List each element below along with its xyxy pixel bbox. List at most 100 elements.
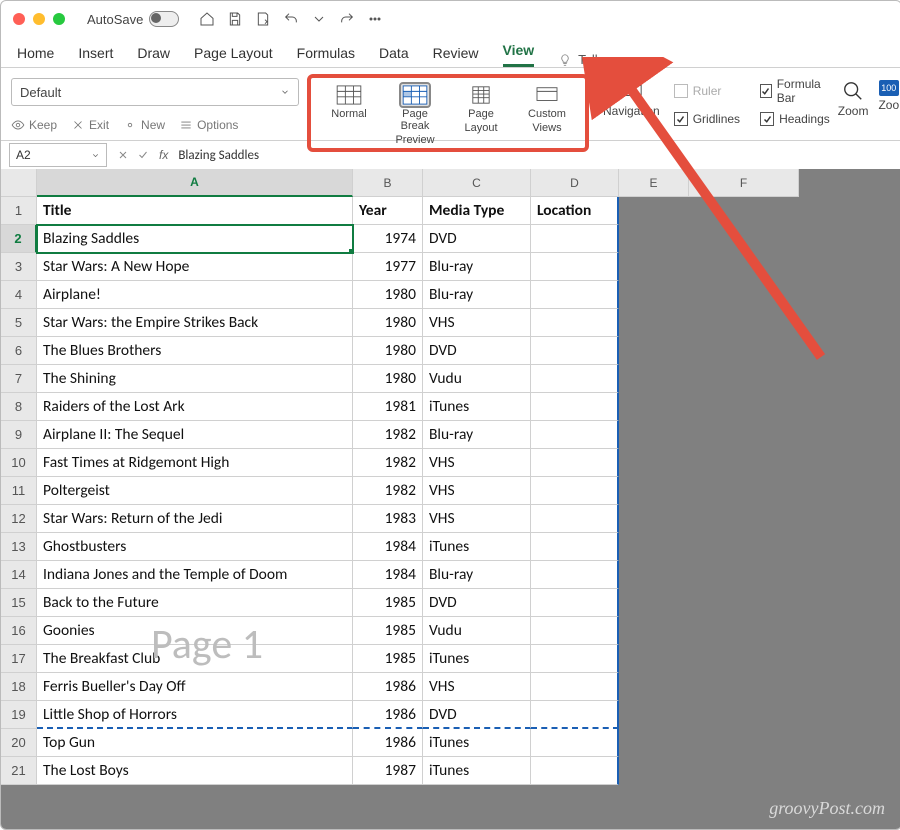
cell-E15[interactable]: [619, 589, 689, 617]
row-header-10[interactable]: 10: [1, 449, 37, 477]
tab-data[interactable]: Data: [379, 45, 409, 67]
cell-E14[interactable]: [619, 561, 689, 589]
column-header-D[interactable]: D: [531, 169, 619, 197]
cell-E9[interactable]: [619, 421, 689, 449]
undo-dropdown-icon[interactable]: [311, 11, 327, 27]
row-header-13[interactable]: 13: [1, 533, 37, 561]
row-header-3[interactable]: 3: [1, 253, 37, 281]
cell-C12[interactable]: VHS: [423, 505, 531, 533]
cell-F4[interactable]: [689, 281, 799, 309]
cell-B14[interactable]: 1984: [353, 561, 423, 589]
cell-F14[interactable]: [689, 561, 799, 589]
tab-insert[interactable]: Insert: [78, 45, 113, 67]
cell-E18[interactable]: [619, 673, 689, 701]
row-header-2[interactable]: 2: [1, 225, 37, 253]
cell-C1[interactable]: Media Type: [423, 197, 531, 225]
cell-F21[interactable]: [689, 757, 799, 785]
sheet-view-select[interactable]: Default: [11, 78, 299, 106]
row-header-6[interactable]: 6: [1, 337, 37, 365]
cell-E8[interactable]: [619, 393, 689, 421]
cancel-icon[interactable]: [117, 149, 129, 161]
cell-C19[interactable]: DVD: [423, 701, 531, 729]
row-header-14[interactable]: 14: [1, 561, 37, 589]
cell-D10[interactable]: [531, 449, 619, 477]
cell-C9[interactable]: Blu-ray: [423, 421, 531, 449]
cell-A13[interactable]: Ghostbusters: [37, 533, 353, 561]
row-header-11[interactable]: 11: [1, 477, 37, 505]
cell-F11[interactable]: [689, 477, 799, 505]
cell-F19[interactable]: [689, 701, 799, 729]
cell-C21[interactable]: iTunes: [423, 757, 531, 785]
row-header-4[interactable]: 4: [1, 281, 37, 309]
cell-C15[interactable]: DVD: [423, 589, 531, 617]
undo-icon[interactable]: [283, 11, 299, 27]
cell-B21[interactable]: 1987: [353, 757, 423, 785]
fx-label[interactable]: fx: [159, 148, 168, 162]
options-button[interactable]: Options: [179, 118, 238, 132]
enter-icon[interactable]: [137, 149, 149, 161]
cell-C6[interactable]: DVD: [423, 337, 531, 365]
cell-F15[interactable]: [689, 589, 799, 617]
row-header-1[interactable]: 1: [1, 197, 37, 225]
cell-B18[interactable]: 1986: [353, 673, 423, 701]
cell-E5[interactable]: [619, 309, 689, 337]
row-header-17[interactable]: 17: [1, 645, 37, 673]
cell-D15[interactable]: [531, 589, 619, 617]
cell-B6[interactable]: 1980: [353, 337, 423, 365]
ruler-checkbox[interactable]: Ruler: [674, 80, 740, 102]
tab-review[interactable]: Review: [433, 45, 479, 67]
cell-E12[interactable]: [619, 505, 689, 533]
cell-C10[interactable]: VHS: [423, 449, 531, 477]
home-icon[interactable]: [199, 11, 215, 27]
cell-C18[interactable]: VHS: [423, 673, 531, 701]
cell-E10[interactable]: [619, 449, 689, 477]
autosave-switch[interactable]: [149, 11, 179, 27]
cell-D11[interactable]: [531, 477, 619, 505]
redo-icon[interactable]: [339, 11, 355, 27]
cell-F6[interactable]: [689, 337, 799, 365]
cell-D7[interactable]: [531, 365, 619, 393]
cell-B7[interactable]: 1980: [353, 365, 423, 393]
cell-D18[interactable]: [531, 673, 619, 701]
cell-B15[interactable]: 1985: [353, 589, 423, 617]
cell-A17[interactable]: The Breakfast Club: [37, 645, 353, 673]
more-icon[interactable]: [367, 11, 383, 27]
cell-E6[interactable]: [619, 337, 689, 365]
cell-C5[interactable]: VHS: [423, 309, 531, 337]
cell-D4[interactable]: [531, 281, 619, 309]
cell-grid[interactable]: ABCDEF1TitleYearMedia TypeLocation2Blazi…: [1, 169, 900, 829]
cell-A3[interactable]: Star Wars: A New Hope: [37, 253, 353, 281]
headings-checkbox[interactable]: Headings: [760, 108, 830, 130]
cell-B1[interactable]: Year: [353, 197, 423, 225]
cell-A4[interactable]: Airplane!: [37, 281, 353, 309]
cell-D14[interactable]: [531, 561, 619, 589]
cell-A14[interactable]: Indiana Jones and the Temple of Doom: [37, 561, 353, 589]
cell-C3[interactable]: Blu-ray: [423, 253, 531, 281]
cell-A9[interactable]: Airplane II: The Sequel: [37, 421, 353, 449]
cell-E4[interactable]: [619, 281, 689, 309]
column-header-A[interactable]: A: [37, 169, 353, 197]
name-box[interactable]: A2: [9, 143, 107, 167]
row-header-16[interactable]: 16: [1, 617, 37, 645]
cell-B12[interactable]: 1983: [353, 505, 423, 533]
cell-C17[interactable]: iTunes: [423, 645, 531, 673]
cell-F13[interactable]: [689, 533, 799, 561]
cell-E2[interactable]: [619, 225, 689, 253]
row-header-8[interactable]: 8: [1, 393, 37, 421]
cell-C8[interactable]: iTunes: [423, 393, 531, 421]
cell-B19[interactable]: 1986: [353, 701, 423, 729]
cell-A6[interactable]: The Blues Brothers: [37, 337, 353, 365]
cell-F7[interactable]: [689, 365, 799, 393]
cell-C4[interactable]: Blu-ray: [423, 281, 531, 309]
cell-C16[interactable]: Vudu: [423, 617, 531, 645]
cell-E17[interactable]: [619, 645, 689, 673]
select-all-corner[interactable]: [1, 169, 37, 197]
save-as-icon[interactable]: [255, 11, 271, 27]
cell-F5[interactable]: [689, 309, 799, 337]
cell-C2[interactable]: DVD: [423, 225, 531, 253]
cell-A18[interactable]: Ferris Bueller's Day Off: [37, 673, 353, 701]
cell-B2[interactable]: 1974: [353, 225, 423, 253]
cell-D13[interactable]: [531, 533, 619, 561]
column-header-C[interactable]: C: [423, 169, 531, 197]
cell-D9[interactable]: [531, 421, 619, 449]
